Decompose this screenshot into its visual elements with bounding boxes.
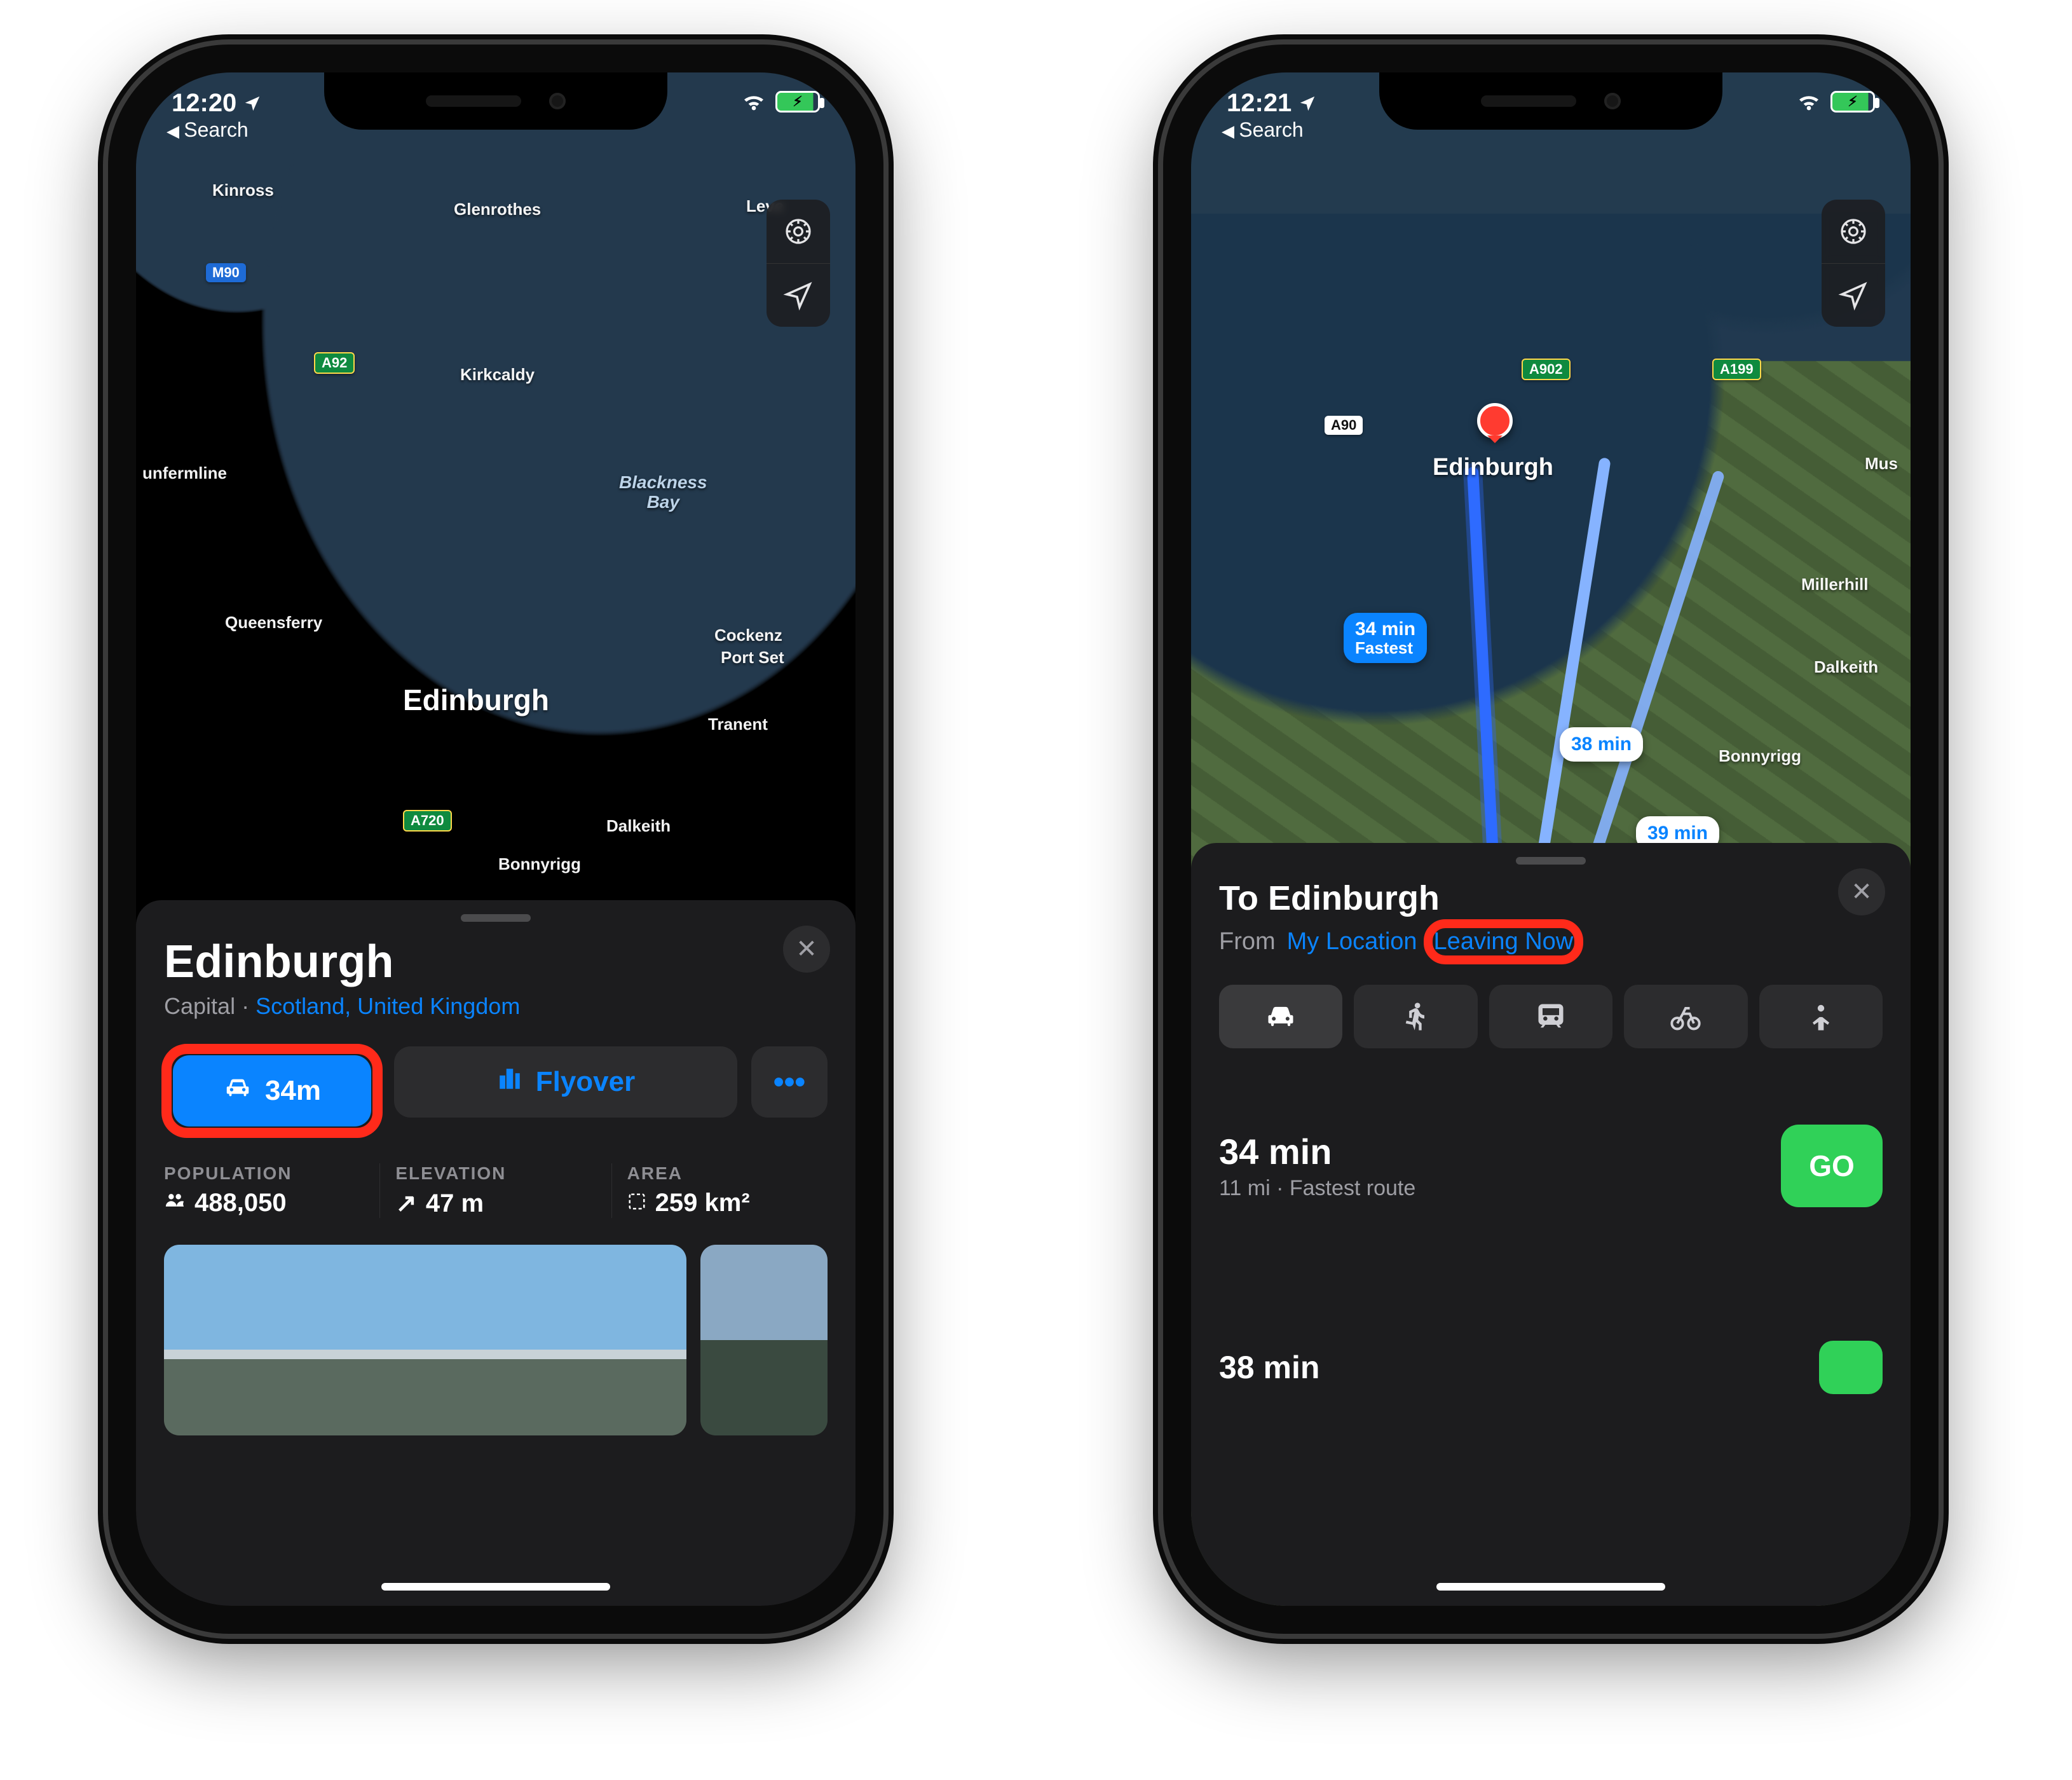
mode-bike-button[interactable] bbox=[1624, 985, 1747, 1048]
map-town-label: Millerhill bbox=[1801, 575, 1868, 594]
mode-rideshare-button[interactable] bbox=[1759, 985, 1883, 1048]
map-sea-label: BlacknessBay bbox=[619, 473, 707, 512]
screen-left: 12:20 ⚡︎ Search bbox=[136, 72, 855, 1606]
map-town-label: Bonnyrigg bbox=[498, 854, 581, 874]
destination-pin[interactable] bbox=[1477, 403, 1513, 439]
highlight-ring: Leaving Now bbox=[1429, 924, 1579, 959]
directions-button[interactable]: 34m bbox=[173, 1055, 371, 1126]
leaving-now-button[interactable]: Leaving Now bbox=[1434, 928, 1574, 955]
highlight-ring: 34m bbox=[164, 1046, 380, 1135]
route-option-2-peek[interactable]: 38 min bbox=[1219, 1341, 1883, 1394]
map-town-label: Port Set bbox=[721, 648, 784, 668]
from-label: From bbox=[1219, 928, 1276, 955]
map-town-label: Dalkeith bbox=[606, 816, 671, 836]
map-city-label: Edinburgh bbox=[1433, 454, 1553, 481]
area-icon bbox=[627, 1189, 646, 1217]
route-time: 34 min bbox=[1219, 1131, 1415, 1172]
directions-sheet[interactable]: ✕ To Edinburgh From My Location Leaving … bbox=[1191, 843, 1911, 1606]
status-time: 12:21 bbox=[1227, 89, 1292, 118]
route-fastest-callout[interactable]: 34 min Fastest bbox=[1344, 613, 1427, 663]
location-services-icon bbox=[243, 94, 262, 113]
road-a199-chip: A199 bbox=[1712, 359, 1761, 380]
road-a90-chip: A90 bbox=[1325, 416, 1363, 435]
phone-left: 12:20 ⚡︎ Search bbox=[108, 44, 883, 1634]
notch bbox=[1379, 72, 1722, 130]
region-link[interactable]: Scotland, United Kingdom bbox=[256, 993, 520, 1019]
notch bbox=[324, 72, 667, 130]
mode-transit-button[interactable] bbox=[1489, 985, 1612, 1048]
location-services-icon bbox=[1298, 94, 1317, 113]
go-button[interactable]: GO bbox=[1781, 1125, 1883, 1207]
close-button[interactable]: ✕ bbox=[783, 926, 830, 973]
more-icon: ••• bbox=[774, 1065, 805, 1100]
stats-row: POPULATION 488,050 ELEVATION ↗47 m AREA bbox=[164, 1163, 828, 1218]
locate-me-button[interactable] bbox=[1822, 263, 1885, 327]
people-icon bbox=[164, 1189, 186, 1217]
map-controls bbox=[767, 200, 830, 327]
wifi-icon bbox=[741, 89, 767, 114]
arrow-up-right-icon: ↗ bbox=[395, 1189, 417, 1218]
home-indicator[interactable] bbox=[1436, 1583, 1665, 1591]
mode-car-button[interactable] bbox=[1219, 985, 1342, 1048]
sheet-grabber[interactable] bbox=[1516, 857, 1586, 865]
route-sub: 11 mi · Fastest route bbox=[1219, 1176, 1415, 1201]
place-title: Edinburgh bbox=[164, 936, 828, 988]
map-town-label: Tranent bbox=[708, 715, 768, 734]
place-card-sheet[interactable]: ✕ Edinburgh Capital · Scotland, United K… bbox=[136, 900, 855, 1606]
map-town-label: Glenrothes bbox=[454, 200, 541, 219]
map-town-label: Queensferry bbox=[225, 613, 322, 633]
mode-walk-button[interactable] bbox=[1354, 985, 1477, 1048]
directions-button-label: 34m bbox=[265, 1075, 321, 1107]
route-alt1-callout[interactable]: 38 min bbox=[1560, 727, 1643, 762]
place-subtitle: Capital · Scotland, United Kingdom bbox=[164, 993, 828, 1020]
stat-elevation: ELEVATION ↗47 m bbox=[395, 1163, 611, 1218]
transport-mode-row bbox=[1219, 985, 1883, 1048]
close-button[interactable]: ✕ bbox=[1838, 868, 1885, 915]
back-to-search-button[interactable]: Search bbox=[1222, 118, 1304, 142]
map-settings-button[interactable] bbox=[767, 200, 830, 263]
map-settings-button[interactable] bbox=[1822, 200, 1885, 263]
action-row: 34m Flyover ••• bbox=[164, 1046, 828, 1135]
go-button[interactable] bbox=[1819, 1341, 1883, 1394]
map-controls bbox=[1822, 200, 1885, 327]
map-town-label: Mus bbox=[1865, 454, 1898, 474]
flyover-button-label: Flyover bbox=[536, 1066, 636, 1098]
map-city-label: Edinburgh bbox=[403, 683, 549, 717]
status-time: 12:20 bbox=[172, 89, 236, 118]
sheet-grabber[interactable] bbox=[461, 914, 531, 922]
route-time: 38 min bbox=[1219, 1349, 1319, 1386]
route-option-1[interactable]: 34 min 11 mi · Fastest route GO bbox=[1219, 1125, 1883, 1207]
stat-area: AREA 259 km² bbox=[627, 1163, 828, 1218]
directions-subtitle: From My Location Leaving Now bbox=[1219, 924, 1883, 959]
directions-title: To Edinburgh bbox=[1219, 879, 1883, 918]
road-a902-chip: A902 bbox=[1522, 359, 1571, 380]
buildings-icon bbox=[496, 1065, 523, 1099]
map-town-label: Kinross bbox=[212, 181, 274, 200]
locate-me-button[interactable] bbox=[767, 263, 830, 327]
road-a92-chip: A92 bbox=[314, 352, 355, 374]
road-a720-chip: A720 bbox=[403, 810, 452, 832]
road-m90-chip: M90 bbox=[206, 263, 246, 282]
battery-icon: ⚡︎ bbox=[775, 91, 820, 113]
map-town-label: Dalkeith bbox=[1814, 657, 1878, 677]
screen-right: 12:21 ⚡︎ Search bbox=[1191, 72, 1911, 1606]
map-town-label: unfermline bbox=[142, 463, 227, 483]
place-photo[interactable] bbox=[164, 1245, 686, 1435]
more-button[interactable]: ••• bbox=[751, 1046, 828, 1118]
place-photo[interactable] bbox=[700, 1245, 828, 1435]
back-to-search-button[interactable]: Search bbox=[167, 118, 249, 142]
battery-icon: ⚡︎ bbox=[1830, 91, 1875, 113]
map-town-label: Bonnyrigg bbox=[1719, 746, 1801, 766]
stat-population: POPULATION 488,050 bbox=[164, 1163, 380, 1218]
from-location-button[interactable]: My Location bbox=[1287, 928, 1417, 955]
wifi-icon bbox=[1796, 89, 1822, 114]
map-town-label: Kirkcaldy bbox=[460, 365, 535, 385]
home-indicator[interactable] bbox=[381, 1583, 610, 1591]
car-icon bbox=[223, 1073, 252, 1109]
photo-strip[interactable] bbox=[164, 1245, 828, 1435]
stage: 12:20 ⚡︎ Search bbox=[0, 0, 2072, 1780]
flyover-button[interactable]: Flyover bbox=[394, 1046, 737, 1118]
map-town-label: Cockenz bbox=[714, 626, 782, 645]
phone-right: 12:21 ⚡︎ Search bbox=[1163, 44, 1939, 1634]
